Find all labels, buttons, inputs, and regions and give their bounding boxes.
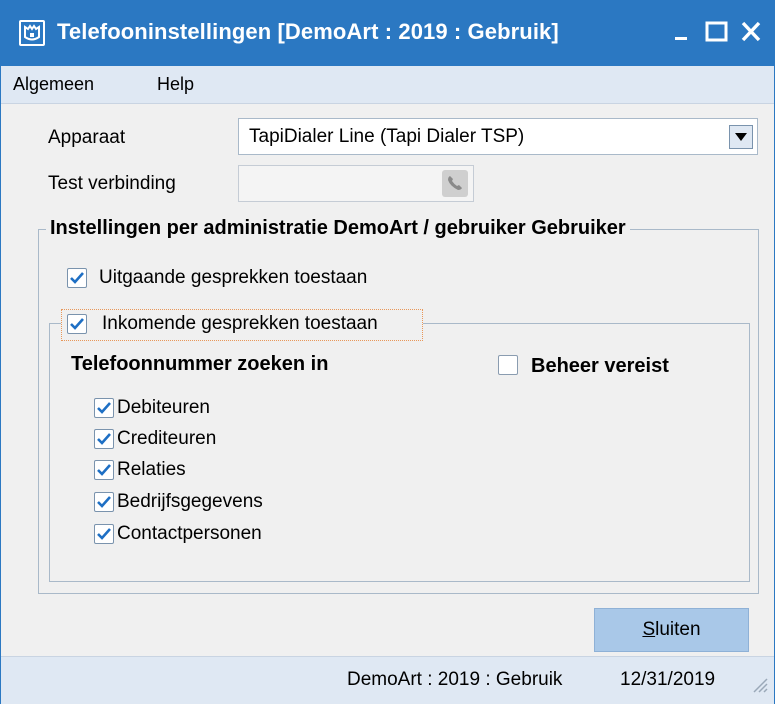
search-heading: Telefoonnummer zoeken in bbox=[71, 353, 329, 375]
test-verbinding-label: Test verbinding bbox=[48, 173, 176, 194]
menu-algemeen[interactable]: Algemeen bbox=[13, 74, 94, 95]
incoming-checkbox[interactable] bbox=[67, 314, 87, 334]
contactpersonen-label: Contactpersonen bbox=[117, 523, 262, 544]
beheer-checkbox[interactable] bbox=[498, 355, 518, 375]
menu-help[interactable]: Help bbox=[157, 74, 194, 95]
bedrijfsgegevens-checkbox[interactable] bbox=[94, 492, 114, 512]
relaties-label: Relaties bbox=[117, 459, 186, 480]
relaties-checkbox[interactable] bbox=[94, 460, 114, 480]
incoming-label: Inkomende gesprekken toestaan bbox=[102, 313, 378, 334]
close-button[interactable]: Sluiten bbox=[594, 608, 749, 652]
outgoing-label: Uitgaande gesprekken toestaan bbox=[99, 267, 368, 288]
close-button-label: luiten bbox=[655, 619, 701, 640]
title-bar[interactable]: Telefooninstellingen [DemoArt : 2019 : G… bbox=[1, 1, 774, 66]
menu-bar: Algemeen Help bbox=[1, 66, 774, 104]
maximize-icon[interactable] bbox=[701, 15, 731, 49]
minimize-icon[interactable] bbox=[667, 15, 697, 49]
phone-icon[interactable] bbox=[442, 170, 468, 197]
settings-window: Telefooninstellingen [DemoArt : 2019 : G… bbox=[0, 0, 775, 704]
contactpersonen-checkbox[interactable] bbox=[94, 524, 114, 544]
crediteuren-label: Crediteuren bbox=[117, 428, 217, 449]
debiteuren-checkbox[interactable] bbox=[94, 398, 114, 418]
castle-icon bbox=[19, 20, 45, 46]
apparaat-value: TapiDialer Line (Tapi Dialer TSP) bbox=[249, 126, 525, 147]
close-button-hotkey: S bbox=[642, 619, 656, 640]
apparaat-select[interactable]: TapiDialer Line (Tapi Dialer TSP) bbox=[238, 118, 758, 155]
chevron-down-icon[interactable] bbox=[729, 125, 753, 149]
test-verbinding-field[interactable] bbox=[238, 165, 474, 202]
close-icon[interactable] bbox=[737, 15, 767, 49]
status-date: 12/31/2019 bbox=[620, 669, 716, 690]
resize-grip-icon[interactable] bbox=[750, 675, 768, 698]
beheer-label: Beheer vereist bbox=[531, 355, 669, 377]
debiteuren-label: Debiteuren bbox=[117, 397, 210, 418]
bedrijfsgegevens-label: Bedrijfsgegevens bbox=[117, 491, 263, 512]
crediteuren-checkbox[interactable] bbox=[94, 429, 114, 449]
status-bar: DemoArt : 2019 : Gebruik 12/31/2019 bbox=[1, 656, 774, 704]
settings-group-legend: Instellingen per administratie DemoArt /… bbox=[46, 217, 630, 240]
status-administration: DemoArt : 2019 : Gebruik bbox=[347, 669, 563, 690]
window-title: Telefooninstellingen [DemoArt : 2019 : G… bbox=[57, 19, 559, 44]
apparaat-label: Apparaat bbox=[48, 127, 126, 148]
outgoing-checkbox[interactable] bbox=[67, 268, 87, 288]
